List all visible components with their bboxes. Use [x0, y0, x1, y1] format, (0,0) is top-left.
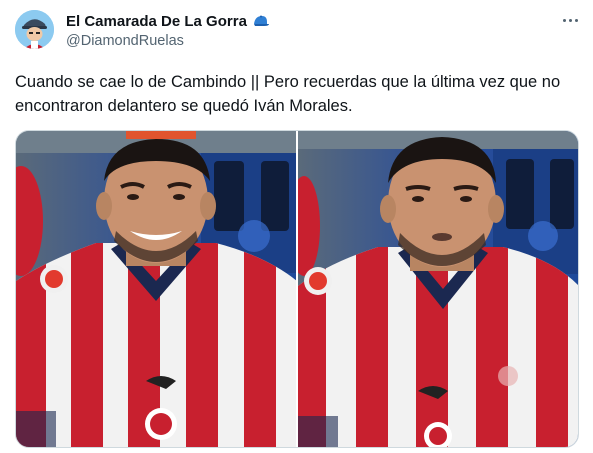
tweet-text: Cuando se cae lo de Cambindo || Pero rec… [15, 73, 561, 115]
avatar-illustration-icon [15, 10, 54, 49]
photo-right[interactable] [298, 131, 578, 447]
user-handle[interactable]: @DiamondRuelas [66, 33, 184, 49]
display-name[interactable]: El Camarada De La Gorra [66, 13, 247, 30]
photo-smiling-player-icon [16, 131, 296, 447]
avatar[interactable] [15, 10, 54, 49]
photo-left[interactable] [16, 131, 296, 447]
more-options-icon[interactable] [558, 10, 582, 30]
photo-serious-player-icon [298, 131, 578, 447]
media-grid [15, 130, 579, 448]
blue-cap-icon [252, 14, 270, 28]
tweet-card: El Camarada De La Gorra @DiamondRuelas C… [0, 0, 593, 453]
